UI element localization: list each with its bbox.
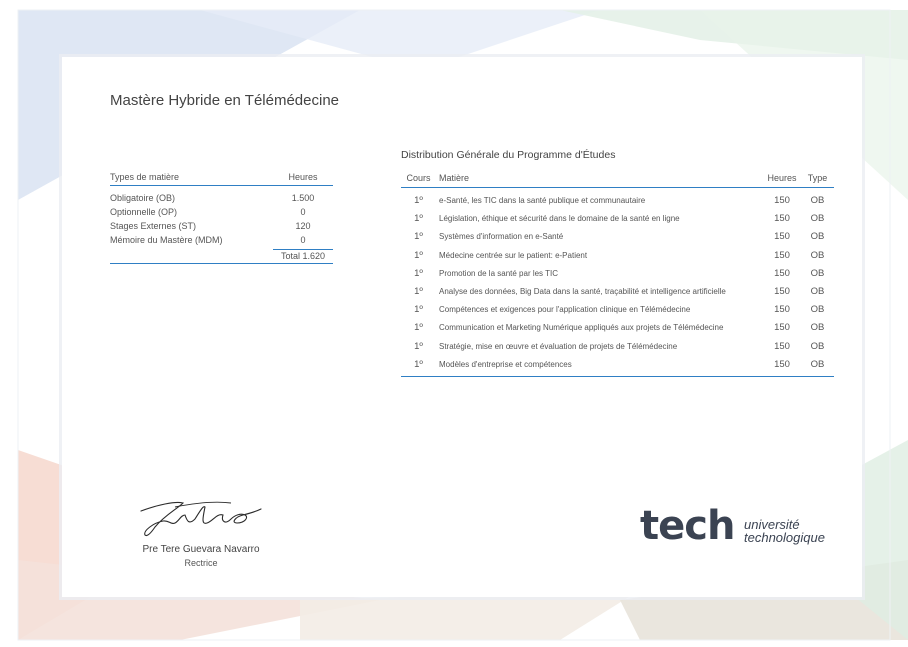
type-cell: OB bbox=[810, 340, 825, 352]
distribution-title: Distribution Générale du Programme d'Étu… bbox=[401, 149, 616, 161]
type-label: Stages Externes (ST) bbox=[110, 221, 197, 231]
course-cell: 1º bbox=[414, 195, 423, 206]
type-cell: OB bbox=[810, 322, 825, 334]
subject-cell: Systèmes d'information en e-Santé bbox=[439, 232, 564, 242]
course-cell: 1º bbox=[414, 267, 423, 279]
type-label: Mémoire du Mastère (MDM) bbox=[110, 235, 223, 245]
subject-types-table: Types de matière Heures Obligatoire (OB)… bbox=[110, 172, 333, 264]
course-cell: 1º bbox=[414, 213, 423, 225]
course-cell: 1º bbox=[414, 231, 423, 243]
type-cell: OB bbox=[810, 358, 825, 370]
total-hours: Total 1.620 bbox=[273, 249, 333, 264]
hours-cell: 150 bbox=[774, 267, 790, 279]
subject-cell: Stratégie, mise en œuvre et évaluation d… bbox=[439, 341, 678, 351]
table-row: 1º Communication et Marketing Numérique a… bbox=[401, 319, 834, 337]
course-cell: 1º bbox=[414, 322, 423, 334]
distribution-header: Cours Matière Heures Type bbox=[401, 171, 834, 188]
hours-cell: 150 bbox=[774, 358, 790, 370]
header-types: Types de matière bbox=[110, 172, 180, 182]
type-hours: 0 bbox=[300, 235, 306, 245]
hours-cell: 150 bbox=[774, 213, 790, 225]
subject-cell: Communication et Marketing Numérique app… bbox=[439, 323, 724, 333]
table-row: 1º e-Santé, les TIC dans la santé publiqu… bbox=[401, 192, 834, 210]
table-row: 1º Médecine centrée sur le patient: e-Pat… bbox=[401, 247, 834, 265]
hours-cell: 150 bbox=[774, 322, 790, 334]
logo-line-2: technologique bbox=[744, 530, 825, 545]
subject-types-header: Types de matière Heures bbox=[110, 172, 333, 186]
signatory-name: Pre Tere Guevara Navarro bbox=[142, 544, 260, 555]
header-hours: Heures bbox=[288, 172, 318, 182]
type-label: Optionnelle (OP) bbox=[110, 207, 178, 217]
table-row: Obligatoire (OB) 1.500 bbox=[110, 191, 333, 205]
table-row: Mémoire du Mastère (MDM) 0 bbox=[110, 233, 333, 247]
signature-image bbox=[140, 501, 262, 537]
document-title: Mastère Hybride en Télémédecine bbox=[110, 92, 340, 109]
hours-cell: 150 bbox=[774, 231, 790, 243]
table-row: Optionnelle (OP) 0 bbox=[110, 205, 333, 219]
tech-logo: tech université technologique bbox=[640, 504, 840, 554]
course-cell: 1º bbox=[414, 358, 423, 370]
logo-wordmark: tech bbox=[640, 503, 735, 549]
table-row: Stages Externes (ST) 120 bbox=[110, 219, 333, 233]
subject-cell: Législation, éthique et sécurité dans le… bbox=[439, 214, 680, 224]
subject-cell: Analyse des données, Big Data dans la sa… bbox=[439, 286, 726, 296]
course-cell: 1º bbox=[414, 340, 423, 352]
course-cell: 1º bbox=[414, 249, 423, 261]
type-cell: OB bbox=[810, 267, 825, 279]
type-cell: OB bbox=[810, 304, 825, 316]
table-row: 1º Compétences et exigences pour l'applic… bbox=[401, 301, 834, 319]
type-cell: OB bbox=[810, 249, 825, 261]
table-row: 1º Systèmes d'information en e-Santé 150 OB bbox=[401, 228, 834, 246]
header-type: Type bbox=[807, 173, 828, 183]
hours-cell: 150 bbox=[774, 249, 790, 261]
distribution-table: Cours Matière Heures Type 1º e-Santé, les… bbox=[401, 171, 834, 377]
table-row: 1º Législation, éthique et sécurité dans … bbox=[401, 210, 834, 228]
hours-cell: 150 bbox=[774, 195, 790, 206]
header-hours: Heures bbox=[767, 173, 797, 183]
subject-cell: e-Santé, les TIC dans la santé publique … bbox=[439, 196, 646, 205]
type-cell: OB bbox=[810, 231, 825, 243]
hours-cell: 150 bbox=[774, 285, 790, 297]
hours-cell: 150 bbox=[774, 340, 790, 352]
type-cell: OB bbox=[810, 285, 825, 297]
type-cell: OB bbox=[810, 213, 825, 225]
course-cell: 1º bbox=[414, 304, 423, 316]
type-cell: OB bbox=[810, 195, 825, 206]
hours-cell: 150 bbox=[774, 304, 790, 316]
table-row: 1º Analyse des données, Big Data dans la … bbox=[401, 283, 834, 301]
type-hours: 120 bbox=[295, 221, 311, 231]
table-row: 1º Modèles d'entreprise et compétences 150… bbox=[401, 356, 834, 374]
subject-cell: Compétences et exigences pour l'applicat… bbox=[439, 305, 691, 315]
type-hours: 1.500 bbox=[291, 193, 315, 203]
signatory-role: Rectrice bbox=[184, 558, 218, 568]
subject-cell: Médecine centrée sur le patient: e-Patie… bbox=[439, 250, 588, 260]
header-subject: Matière bbox=[439, 173, 470, 183]
course-cell: 1º bbox=[414, 285, 423, 297]
table-row: 1º Stratégie, mise en œuvre et évaluation… bbox=[401, 338, 834, 356]
subject-cell: Promotion de la santé par les TIC bbox=[439, 268, 559, 278]
type-label: Obligatoire (OB) bbox=[110, 193, 176, 203]
table-bottom-rule bbox=[401, 375, 834, 377]
header-course: Cours bbox=[406, 173, 431, 183]
table-row: 1º Promotion de la santé par les TIC 150 OB bbox=[401, 265, 834, 283]
subject-cell: Modèles d'entreprise et compétences bbox=[439, 359, 572, 369]
type-hours: 0 bbox=[300, 207, 306, 217]
